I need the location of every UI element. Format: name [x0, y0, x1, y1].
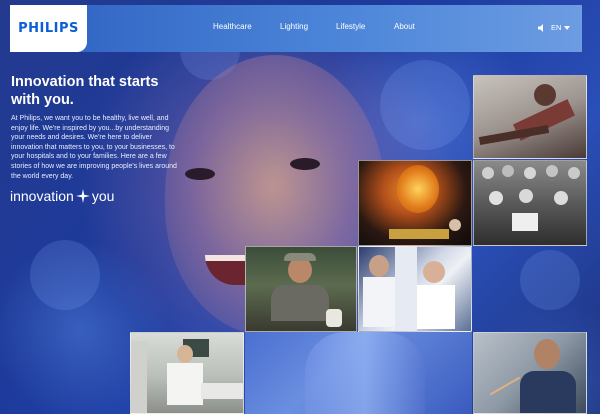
man-shirt: [271, 285, 329, 321]
nurse-head: [177, 345, 193, 363]
doctor-coat: [415, 285, 455, 329]
doctor-head: [423, 261, 445, 283]
story-tile-historic-photo[interactable]: [473, 160, 587, 246]
language-selector[interactable]: EN: [551, 23, 571, 32]
doctor-head: [369, 255, 389, 277]
sculpture-base: [389, 229, 449, 239]
nav-item-lighting[interactable]: Lighting: [280, 22, 308, 31]
story-tile-dancer[interactable]: [473, 75, 587, 159]
child-eye: [185, 168, 215, 180]
doctor-coat: [363, 277, 395, 327]
speaker-icon[interactable]: [537, 23, 547, 33]
patient-bed: [201, 383, 243, 399]
staff-figure: [131, 341, 147, 413]
person-head: [482, 167, 494, 179]
bokeh-light: [520, 250, 580, 310]
dancer-figure: [534, 84, 556, 106]
nav-item-lifestyle[interactable]: Lifestyle: [336, 22, 365, 31]
kettle: [326, 309, 342, 327]
sparkle-icon: [75, 189, 90, 203]
person-head: [489, 191, 503, 205]
tagline-right: you: [91, 188, 115, 204]
nav-item-healthcare[interactable]: Healthcare: [213, 22, 252, 31]
person-head: [502, 165, 514, 177]
tagline-left: innovation: [10, 188, 74, 204]
story-tile-light-sculpture[interactable]: [358, 160, 472, 246]
bokeh-light: [380, 60, 470, 150]
language-label: EN: [551, 23, 562, 32]
logo-text: PHILIPS: [18, 21, 79, 36]
story-tile-man-in-cafe[interactable]: [245, 246, 357, 332]
surgeon-scrubs: [520, 371, 576, 413]
man-hat: [284, 253, 316, 261]
fabric-fold: [305, 332, 425, 414]
nav-item-about[interactable]: About: [394, 22, 415, 31]
person-head: [524, 167, 536, 179]
person-head: [554, 191, 568, 205]
light-sculpture: [397, 165, 439, 213]
child-eye: [290, 158, 320, 170]
chevron-down-icon: [564, 26, 571, 31]
innovation-you-tagline: innovation you: [10, 188, 114, 204]
story-tile-medical-team[interactable]: [358, 246, 472, 332]
surgeon-head: [534, 339, 560, 369]
person-head: [449, 219, 461, 231]
person-head: [519, 189, 533, 203]
top-navigation-bar: PHILIPS Healthcare Lighting Lifestyle Ab…: [10, 5, 582, 52]
philips-logo[interactable]: PHILIPS: [10, 5, 87, 52]
pointer-stick: [489, 376, 521, 396]
story-tile-blue-fabric[interactable]: [245, 332, 472, 414]
person-head: [546, 165, 558, 177]
story-tile-hospital-room[interactable]: [130, 332, 244, 414]
hero-body-text: At Philips, we want you to be healthy, l…: [11, 115, 177, 180]
bokeh-light: [30, 240, 100, 310]
hero-headline: Innovation that starts with you.: [11, 74, 159, 108]
tall-doctor-coat: [395, 247, 417, 331]
sign-board: [512, 213, 538, 231]
nurse-uniform: [167, 363, 203, 405]
story-tile-surgeon[interactable]: [473, 332, 587, 414]
person-head: [568, 167, 580, 179]
